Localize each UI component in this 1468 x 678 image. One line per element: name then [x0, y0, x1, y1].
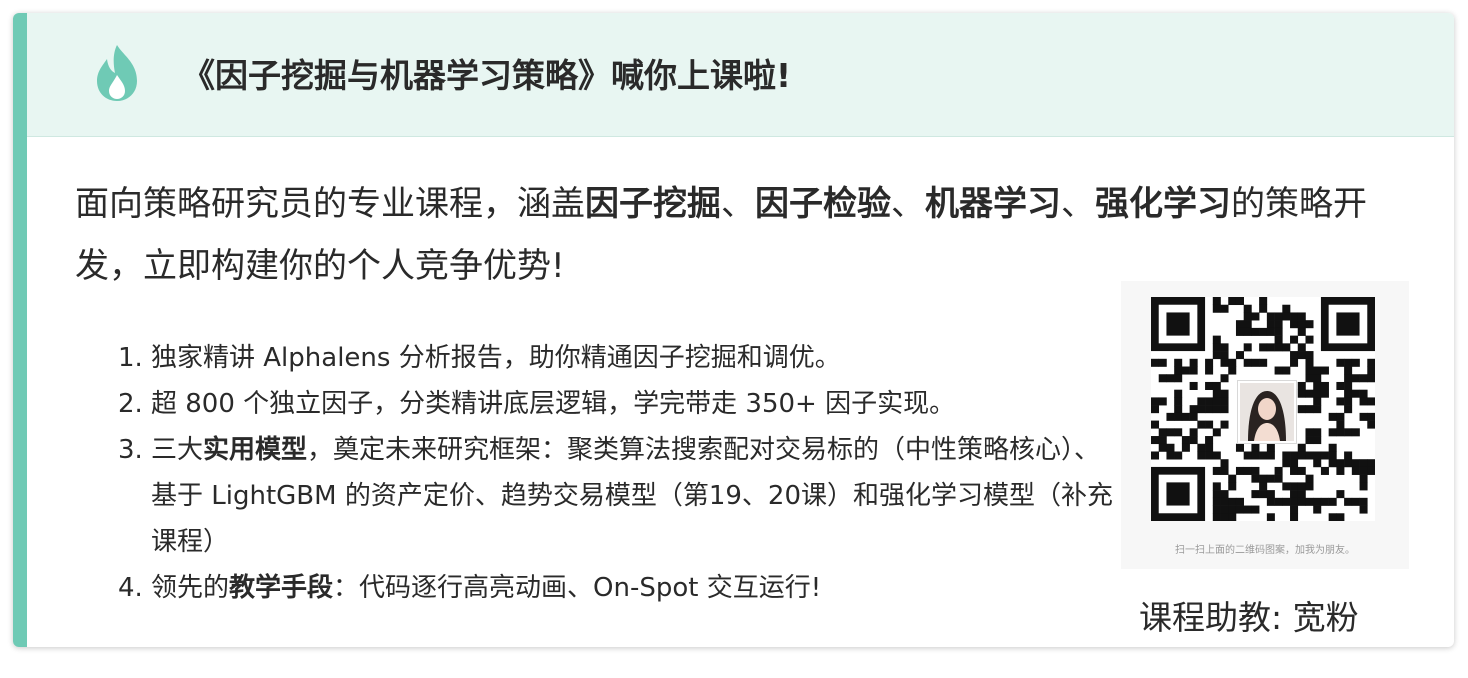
- intro-highlight: 强化学习: [1095, 184, 1231, 224]
- intro-highlight: 因子挖掘: [585, 184, 721, 224]
- page-title: 《因子挖掘与机器学习策略》喊你上课啦!: [182, 56, 792, 95]
- qr-caption: 扫一扫上面的二维码图案，加我为朋友。: [1175, 545, 1355, 556]
- list-number: 3.: [118, 435, 143, 465]
- list-number: 2.: [118, 389, 143, 419]
- list-number: 4.: [118, 573, 143, 603]
- list-text: 领先的: [151, 573, 230, 603]
- list-text: 三大: [151, 435, 204, 465]
- list-text: ：代码逐行高亮动画、On-Spot 交互运行!: [333, 573, 822, 603]
- intro-separator: 、: [891, 184, 925, 224]
- intro-separator: 、: [721, 184, 755, 224]
- list-number: 1.: [118, 343, 143, 373]
- avatar: [1238, 381, 1296, 443]
- intro-highlight: 机器学习: [925, 184, 1061, 224]
- assistant-label: 课程助教: 宽粉: [1139, 598, 1359, 637]
- course-card: 《因子挖掘与机器学习策略》喊你上课啦! 面向策略研究员的专业课程，涵盖因子挖掘、…: [13, 13, 1454, 647]
- list-text: 超 800 个独立因子，分类精讲底层逻辑，学完带走 350+ 因子实现。: [151, 389, 956, 419]
- intro-text: 面向策略研究员的专业课程，涵盖: [75, 184, 585, 224]
- accent-bar: [13, 13, 27, 647]
- intro-separator: 、: [1061, 184, 1095, 224]
- intro-paragraph: 面向策略研究员的专业课程，涵盖因子挖掘、因子检验、机器学习、强化学习的策略开发，…: [75, 173, 1405, 297]
- qr-code-panel: 扫一扫上面的二维码图案，加我为朋友。: [1121, 281, 1409, 569]
- list-item: 4. 领先的教学手段：代码逐行高亮动画、On-Spot 交互运行!: [118, 565, 1118, 611]
- list-item: 3. 三大实用模型，奠定未来研究框架：聚类算法搜索配对交易标的（中性策略核心）、基…: [118, 427, 1118, 565]
- list-highlight: 实用模型: [203, 435, 308, 465]
- list-text: 独家精讲 Alphalens 分析报告，助你精通因子挖掘和调优。: [151, 343, 841, 373]
- feature-list: 1. 独家精讲 Alphalens 分析报告，助你精通因子挖掘和调优。 2. 超 8…: [118, 335, 1118, 611]
- list-highlight: 教学手段: [229, 573, 334, 603]
- intro-highlight: 因子检验: [755, 184, 891, 224]
- list-item: 1. 独家精讲 Alphalens 分析报告，助你精通因子挖掘和调优。: [118, 335, 1118, 381]
- list-item: 2. 超 800 个独立因子，分类精讲底层逻辑，学完带走 350+ 因子实现。: [118, 381, 1118, 427]
- card-header: 《因子挖掘与机器学习策略》喊你上课啦!: [27, 13, 1454, 137]
- flame-icon: [97, 45, 137, 101]
